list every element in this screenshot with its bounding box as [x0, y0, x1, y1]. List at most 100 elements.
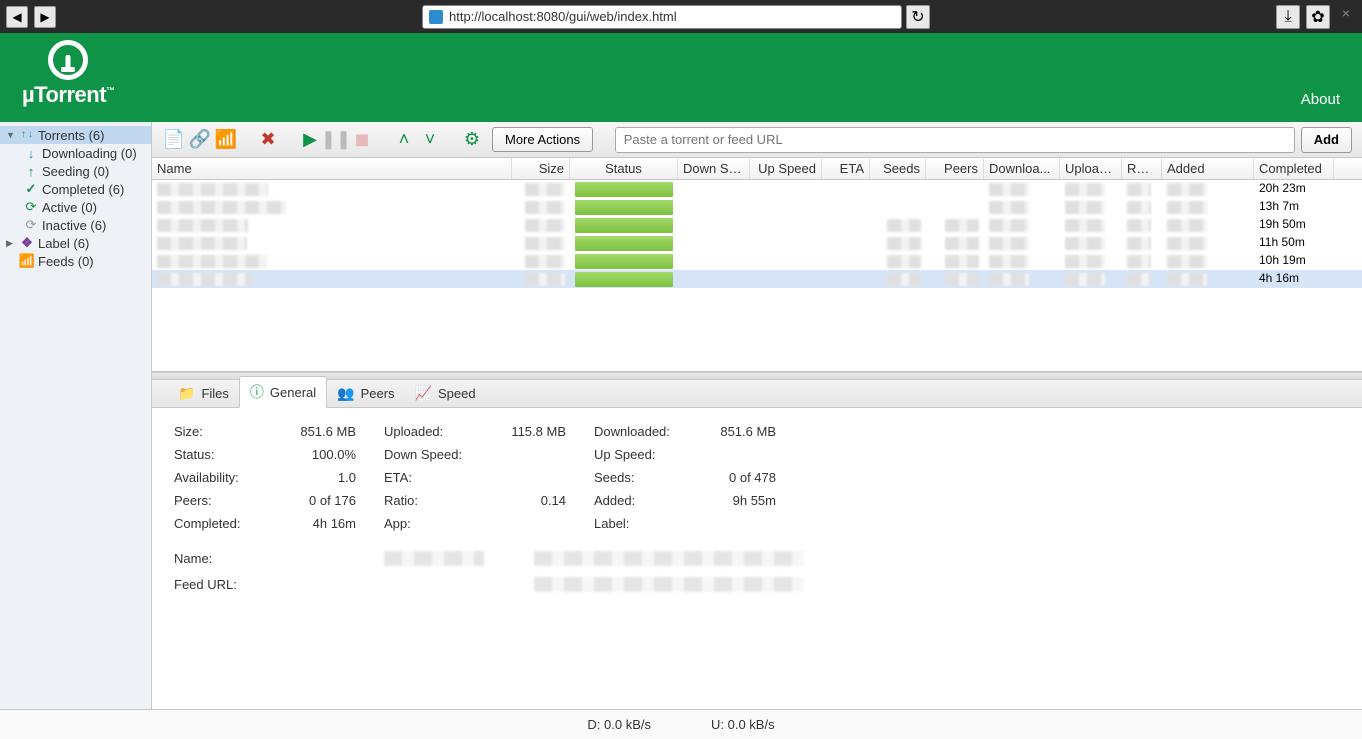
more-actions-button[interactable]: More Actions	[492, 127, 593, 152]
sidebar-item-active[interactable]: ⟳ Active (0)	[0, 198, 151, 216]
col-eta[interactable]: ETA	[822, 158, 870, 179]
start-button[interactable]: ▶	[298, 128, 322, 152]
tab-general[interactable]: ⓘGeneral	[239, 376, 327, 408]
sidebar-item-inactive[interactable]: ⟳ Inactive (6)	[0, 216, 151, 234]
value-availability: 1.0	[284, 470, 384, 485]
window-close-button[interactable]: ×	[1336, 5, 1356, 29]
col-down-speed[interactable]: Down Sp...	[678, 158, 750, 179]
table-row[interactable]: 4h 16m	[152, 270, 1362, 288]
label-added: Added:	[594, 493, 704, 508]
value-label	[704, 516, 804, 531]
value-seeds: 0 of 478	[704, 470, 804, 485]
label-status: Status:	[174, 447, 284, 462]
inactive-icon: ⟳	[24, 218, 38, 232]
preferences-button[interactable]: ⚙	[460, 128, 484, 152]
value-eta	[494, 470, 594, 485]
add-torrent-button[interactable]: 📄	[162, 128, 186, 152]
cell-completed: 10h 19m	[1254, 252, 1334, 270]
sidebar: ▼ Torrents (6) ↓ Downloading (0) ↑ Seedi…	[0, 122, 152, 709]
feed-icon: 📶	[20, 254, 34, 268]
sidebar-label: Inactive (6)	[42, 218, 106, 233]
col-completed[interactable]: Completed	[1254, 158, 1334, 179]
move-down-button[interactable]: ˅	[418, 128, 442, 152]
sidebar-item-seeding[interactable]: ↑ Seeding (0)	[0, 162, 151, 180]
col-seeds[interactable]: Seeds	[870, 158, 926, 179]
sidebar-item-completed[interactable]: ✓ Completed (6)	[0, 180, 151, 198]
torrent-table: Name Size Status Down Sp... Up Speed ETA…	[152, 158, 1362, 372]
add-feed-button[interactable]: 📶	[214, 128, 238, 152]
table-row[interactable]: 13h 7m	[152, 198, 1362, 216]
pocket-button[interactable]: ⤓	[1276, 5, 1300, 29]
stop-button[interactable]: ◼	[350, 128, 374, 152]
col-status[interactable]: Status	[570, 158, 678, 179]
peers-icon: 👥	[337, 385, 354, 402]
value-peers: 0 of 176	[284, 493, 384, 508]
label-app: App:	[384, 516, 494, 531]
tab-files[interactable]: 📁Files	[168, 380, 239, 407]
col-downloaded[interactable]: Downloa...	[984, 158, 1060, 179]
value-down-speed	[494, 447, 594, 462]
add-button[interactable]: Add	[1301, 127, 1352, 153]
label-uploaded: Uploaded:	[384, 424, 494, 439]
table-row[interactable]: 10h 19m	[152, 252, 1362, 270]
url-bar[interactable]: http://localhost:8080/gui/web/index.html	[422, 5, 902, 29]
label-size: Size:	[174, 424, 284, 439]
general-panel: Size: 851.6 MB Uploaded: 115.8 MB Downlo…	[152, 408, 1362, 709]
upload-icon: ↑	[24, 164, 38, 178]
col-added[interactable]: Added	[1162, 158, 1254, 179]
remove-button[interactable]: ✖	[256, 128, 280, 152]
torrent-url-input[interactable]	[615, 127, 1295, 153]
col-uploaded[interactable]: Uploaded	[1060, 158, 1122, 179]
table-row[interactable]: 19h 50m	[152, 216, 1362, 234]
value-size: 851.6 MB	[284, 424, 384, 439]
col-up-speed[interactable]: Up Speed	[750, 158, 822, 179]
app-logo: µTorrent™	[22, 40, 115, 108]
value-up-speed	[704, 447, 804, 462]
label-ratio: Ratio:	[384, 493, 494, 508]
label-completed: Completed:	[174, 516, 284, 531]
tab-speed[interactable]: 📈Speed	[405, 380, 486, 407]
value-ratio: 0.14	[494, 493, 594, 508]
cell-completed: 11h 50m	[1254, 234, 1334, 252]
table-row[interactable]: 11h 50m	[152, 234, 1362, 252]
expand-icon: ▼	[6, 130, 16, 140]
nav-forward-button[interactable]: ▶	[34, 6, 56, 28]
sidebar-label: Torrents (6)	[38, 128, 104, 143]
add-url-button[interactable]: 🔗	[188, 128, 212, 152]
col-size[interactable]: Size	[512, 158, 570, 179]
cell-completed: 13h 7m	[1254, 198, 1334, 216]
value-status: 100.0%	[284, 447, 384, 462]
move-up-button[interactable]: ˄	[392, 128, 416, 152]
sidebar-item-torrents[interactable]: ▼ Torrents (6)	[0, 126, 151, 144]
status-upload-speed: U: 0.0 kB/s	[711, 717, 775, 732]
splitter[interactable]	[152, 372, 1362, 380]
nav-back-button[interactable]: ◀	[6, 6, 28, 28]
about-link[interactable]: About	[1301, 91, 1340, 108]
sidebar-item-feeds[interactable]: 📶 Feeds (0)	[0, 252, 151, 270]
cell-completed: 19h 50m	[1254, 216, 1334, 234]
col-name[interactable]: Name	[152, 158, 512, 179]
status-bar: D: 0.0 kB/s U: 0.0 kB/s	[0, 709, 1362, 739]
pause-button[interactable]: ❚❚	[324, 128, 348, 152]
label-icon: ❖	[20, 236, 34, 250]
sidebar-label: Active (0)	[42, 200, 97, 215]
value-downloaded: 851.6 MB	[704, 424, 804, 439]
value-feed-url	[324, 577, 804, 595]
sidebar-item-downloading[interactable]: ↓ Downloading (0)	[0, 144, 151, 162]
col-ratio[interactable]: Ratio	[1122, 158, 1162, 179]
reload-button[interactable]: ↻	[906, 5, 930, 29]
sidebar-label: Downloading (0)	[42, 146, 137, 161]
active-icon: ⟳	[24, 200, 38, 214]
sidebar-item-label[interactable]: ▶ ❖ Label (6)	[0, 234, 151, 252]
app-header: µTorrent™ About	[0, 33, 1362, 122]
sidebar-label: Completed (6)	[42, 182, 124, 197]
table-row[interactable]: 20h 23m	[152, 180, 1362, 198]
label-name: Name:	[174, 551, 284, 569]
torrents-icon	[20, 128, 34, 142]
browser-chrome: ◀ ▶ http://localhost:8080/gui/web/index.…	[0, 0, 1362, 33]
sidebar-label: Seeding (0)	[42, 164, 109, 179]
col-peers[interactable]: Peers	[926, 158, 984, 179]
cell-completed: 20h 23m	[1254, 180, 1334, 198]
settings-button[interactable]: ✿	[1306, 5, 1330, 29]
tab-peers[interactable]: 👥Peers	[327, 380, 404, 407]
